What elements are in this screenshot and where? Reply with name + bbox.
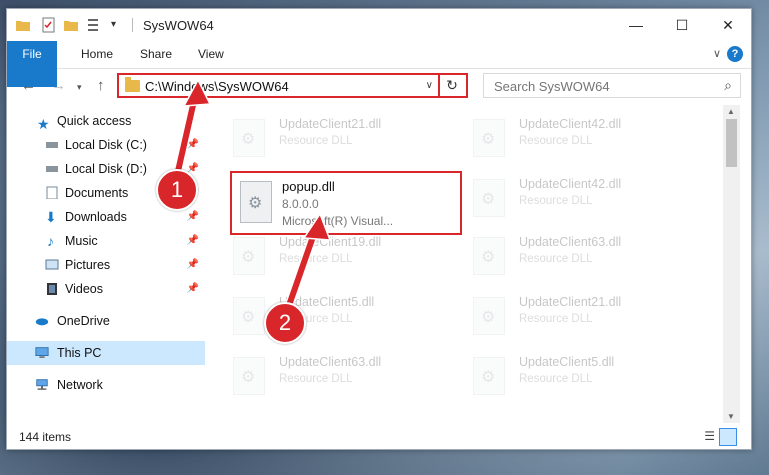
annotation-arrows — [171, 78, 332, 316]
arrow-1-head — [182, 78, 212, 107]
step-1-badge: 1 — [156, 169, 198, 211]
step-2-badge: 2 — [264, 302, 306, 344]
arrow-2-head — [302, 212, 332, 241]
arrow-2 — [283, 227, 319, 315]
